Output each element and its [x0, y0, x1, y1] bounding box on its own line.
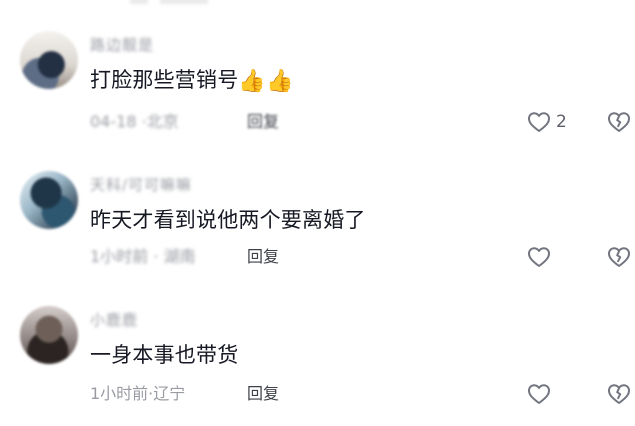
comment-text-content: 打脸那些营销号 — [90, 68, 239, 92]
comment-meta: 04-18 ·北京 — [90, 112, 216, 132]
comment-time-location: 1小时前 · 湖南 — [90, 247, 196, 266]
previous-comment-fragment — [130, 0, 260, 4]
heart-outline-icon[interactable] — [527, 246, 551, 268]
reply-button[interactable]: 回复 — [247, 247, 279, 267]
dislike-button[interactable] — [606, 380, 632, 408]
comment-text: 一身本事也带货 — [90, 343, 239, 367]
user-avatar[interactable] — [20, 306, 78, 364]
dislike-button[interactable] — [606, 243, 632, 271]
heart-outline-icon[interactable] — [527, 383, 551, 405]
comment-username[interactable]: 天科/可可嘛嘛 — [90, 176, 192, 194]
heart-outline-icon[interactable] — [527, 111, 551, 133]
like-count: 2 — [556, 112, 567, 132]
comment-time-location: 04-18 ·北京 — [90, 112, 179, 131]
comment-username[interactable]: 路边靓是 — [90, 36, 154, 54]
like-button[interactable] — [527, 243, 571, 271]
comment-time-location: 1小时前·辽宁 — [90, 384, 186, 403]
reply-button[interactable]: 回复 — [247, 112, 279, 132]
comment-meta: 1小时前·辽宁 — [90, 384, 216, 404]
broken-heart-icon[interactable] — [607, 383, 631, 405]
comment-text: 昨天才看到说他两个要离婚了 — [90, 208, 366, 232]
like-button[interactable]: 2 — [527, 108, 571, 136]
comment-item-2: 天科/可可嘛嘛 昨天才看到说他两个要离婚了 1小时前 · 湖南 回复 — [0, 171, 635, 283]
comment-item-3: 小鹿鹿 一身本事也带货 1小时前·辽宁 回复 — [0, 306, 635, 418]
comment-username[interactable]: 小鹿鹿 — [90, 311, 138, 329]
reply-button[interactable]: 回复 — [247, 384, 279, 404]
comment-item-1: 路边靓是 打脸那些营销号👍👍 04-18 ·北京 回复 2 — [0, 31, 635, 141]
broken-heart-icon[interactable] — [607, 246, 631, 268]
like-button[interactable] — [527, 380, 571, 408]
thumbs-up-emoji-icon: 👍 — [238, 69, 266, 94]
thumbs-up-emoji-icon: 👍 — [266, 69, 294, 94]
user-avatar[interactable] — [20, 31, 78, 89]
comment-meta: 1小时前 · 湖南 — [90, 247, 216, 267]
broken-heart-icon[interactable] — [607, 111, 631, 133]
user-avatar[interactable] — [20, 171, 78, 229]
comment-text: 打脸那些营销号👍👍 — [90, 65, 294, 95]
dislike-button[interactable] — [606, 108, 632, 136]
